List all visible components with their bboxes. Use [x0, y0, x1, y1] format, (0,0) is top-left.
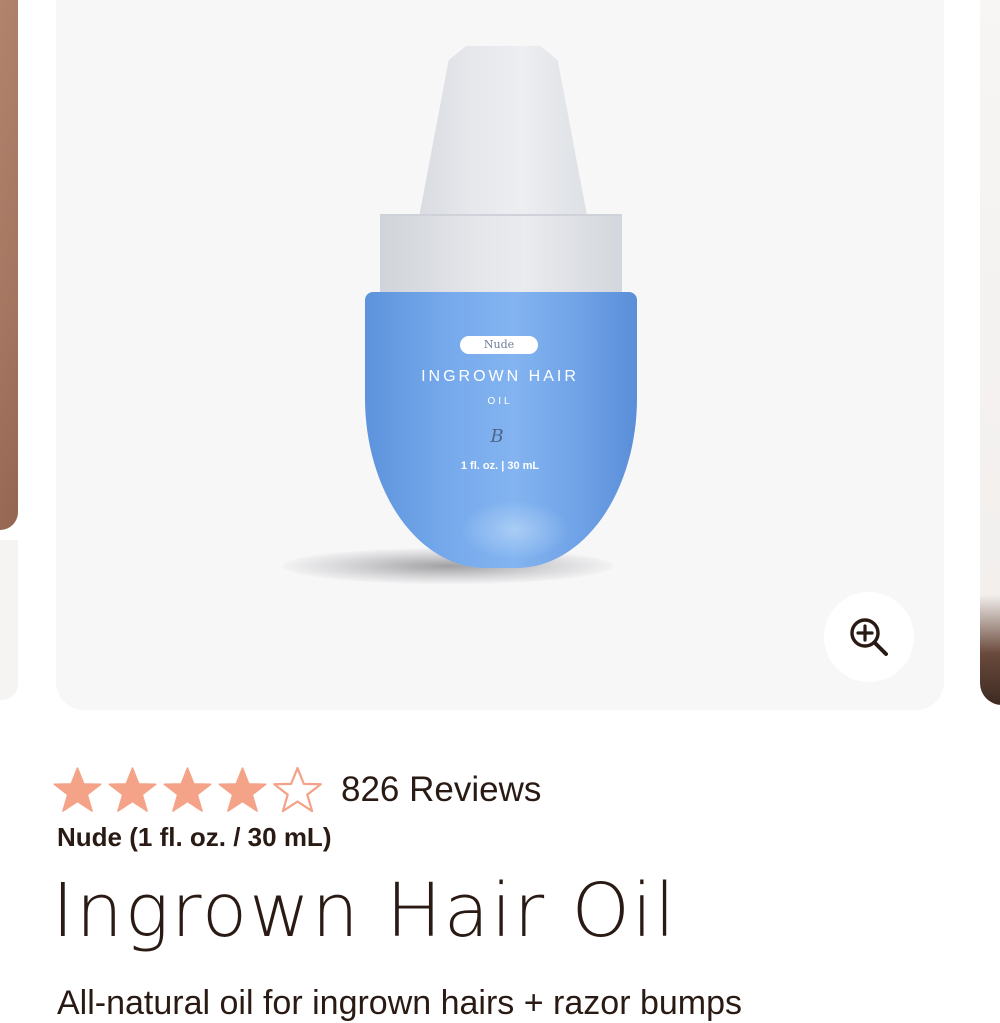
bottle-label-title: INGROWN HAIR: [421, 368, 579, 385]
bottle-label-size: 1 fl. oz. | 30 mL: [460, 460, 540, 472]
zoom-in-icon: [850, 618, 888, 656]
reviews-link[interactable]: 826 Reviews: [341, 770, 541, 810]
bottle-cap-base: [380, 214, 622, 296]
star-filled-icon: [162, 766, 213, 815]
product-description: All-natural oil for ingrown hairs + razo…: [57, 984, 743, 1022]
bottle-label-subtitle: OIL: [487, 396, 513, 407]
star-outline-icon: [272, 766, 323, 815]
star-filled-icon: [217, 766, 268, 815]
zoom-button[interactable]: [824, 592, 914, 682]
product-title: Ingrown Hair Oil: [52, 868, 678, 954]
image-carousel[interactable]: Nude INGROWN HAIR OIL B 1 fl. oz. | 30 m…: [0, 0, 1000, 715]
bottle-cap-top: [418, 46, 589, 222]
variant-label: Nude (1 fl. oz. / 30 mL): [57, 822, 332, 852]
star-rating: [52, 766, 323, 815]
rating-row[interactable]: 826 Reviews: [52, 762, 541, 818]
star-filled-icon: [107, 766, 158, 815]
bottle-highlight: [460, 500, 570, 560]
bottle-pill-label: Nude: [460, 336, 538, 354]
star-filled-icon: [52, 766, 103, 815]
brand-logo-mark: B: [490, 426, 504, 447]
